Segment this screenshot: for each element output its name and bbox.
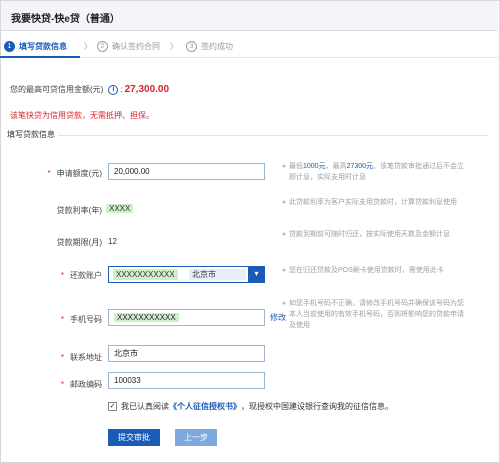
agreement-checkbox[interactable]: ✓ [108, 402, 117, 411]
amount-tip: ● 最低1000元，最高27300元。该笔贷款审批通过后不会立即计息，实际支用时… [282, 163, 465, 181]
agreement-text-pre: 我已认真阅读 [121, 402, 169, 411]
window-title: 我要快贷-快e贷（普通） [11, 14, 120, 25]
info-icon[interactable]: i [108, 84, 119, 95]
step-label: 签约成功 [201, 41, 233, 51]
amount-label: * 申请额度(元) [47, 169, 102, 178]
phone-input[interactable]: XXXXXXXXXXX [108, 309, 265, 326]
phone-value: XXXXXXXXXXX [114, 313, 179, 322]
agreement-text-post: ，现授权中国建设银行查询我的征信信息。 [241, 402, 393, 411]
step-number: 1 [4, 40, 15, 52]
step-confirm-contract: 2 确认签约合同 [97, 39, 160, 53]
rate-tip: ● 此贷款利率为客户实际支用贷款时，计算贷款利息使用 [282, 199, 457, 206]
chevron-down-icon[interactable]: ▾ [248, 266, 265, 283]
amount-input[interactable]: 20,000.00 [108, 163, 265, 180]
phone-tip: ● 如您手机号码不正确，请修改手机号码并确保该号码为您本人当前使用的有效手机号码，… [282, 300, 464, 329]
term-tip: ● 贷款到期前可随时归还，按实际使用天数及金额计息 [282, 231, 450, 238]
account-number: XXXXXXXXXXX [113, 269, 178, 280]
step-separator-icon: 〉 [84, 41, 92, 51]
step-separator-icon: 〉 [170, 41, 178, 51]
address-input[interactable]: 北京市 [108, 345, 265, 362]
term-label: 贷款期限(月) [56, 238, 102, 247]
title-bar: 我要快贷-快e贷（普通） [1, 1, 498, 31]
step-number: 3 [186, 40, 197, 52]
credit-notice: 该笔快贷为信用贷款，无需抵押、担保。 [10, 111, 154, 120]
credit-authorization-link[interactable]: 《个人征信授权书》 [169, 401, 241, 412]
section-title: 填写贷款信息 [4, 129, 58, 140]
credit-limit-colon: : [120, 85, 123, 94]
back-button[interactable]: 上一步 [175, 429, 217, 446]
account-tip: ● 您在归还贷款及POS刷卡使用贷款时，需使用此卡 [282, 267, 444, 274]
step-label: 填写贷款信息 [19, 41, 67, 51]
rate-label: 贷款利率(年) [56, 206, 102, 215]
credit-limit-amount: 27,300.00 [124, 84, 170, 95]
rate-value: XXXX [106, 204, 134, 213]
account-city: 北京市 [189, 269, 246, 280]
address-label: * 联系地址 [60, 353, 102, 362]
modify-phone-link[interactable]: 修改 [270, 312, 286, 323]
phone-label: * 手机号码 [60, 315, 102, 324]
step-sign-success: 3 签约成功 [186, 39, 233, 53]
step-number: 2 [97, 40, 108, 52]
repay-account-select[interactable]: XXXXXXXXXXX 北京市 ▾ [108, 266, 265, 283]
step-label: 确认签约合同 [112, 41, 160, 51]
submit-button[interactable]: 提交审批 [108, 429, 160, 446]
active-step-indicator [0, 56, 80, 58]
repay-account-label: * 还款账户 [60, 271, 102, 280]
credit-limit-row: 您的最高可贷信用金额(元) i : 27,300.00 [10, 84, 169, 95]
step-fill-info: 1 填写贷款信息 [4, 39, 67, 53]
term-value: 12 [108, 237, 117, 246]
progress-steps: 1 填写贷款信息 〉 2 确认签约合同 〉 3 签约成功 [0, 36, 500, 56]
zip-input[interactable]: 100033 [108, 372, 265, 389]
zip-label: * 邮政编码 [60, 380, 102, 389]
section-divider [10, 135, 488, 136]
credit-limit-label: 您的最高可贷信用金额(元) [10, 85, 104, 94]
agreement-row: ✓ 我已认真阅读 《个人征信授权书》 ，现授权中国建设银行查询我的征信信息。 [108, 401, 393, 412]
